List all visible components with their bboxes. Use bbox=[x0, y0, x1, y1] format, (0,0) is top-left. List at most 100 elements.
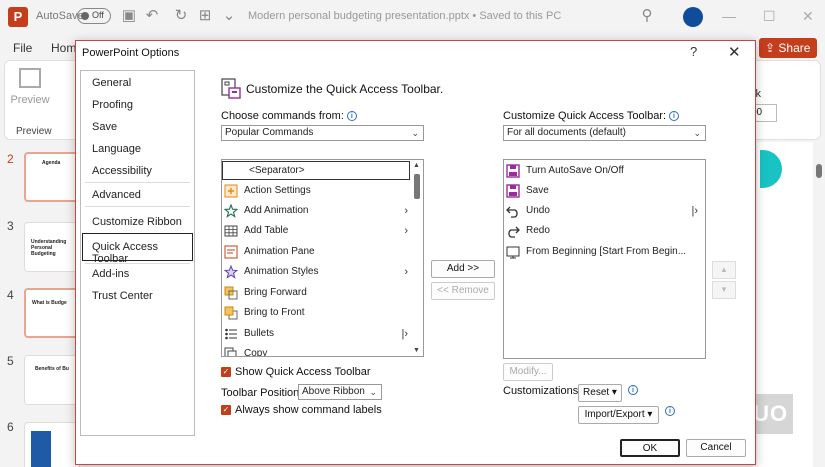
submenu-arrow-icon: › bbox=[404, 205, 408, 217]
nav-item-add-ins[interactable]: Add-ins bbox=[92, 268, 129, 280]
list-item[interactable]: Action Settings bbox=[224, 181, 412, 201]
move-up-button[interactable]: ▲ bbox=[712, 261, 736, 279]
list-item[interactable]: Bullets |› bbox=[224, 324, 412, 344]
nav-divider bbox=[85, 182, 190, 183]
list-item[interactable]: Save bbox=[506, 181, 702, 201]
save-icon[interactable]: ▣ bbox=[120, 7, 138, 25]
nav-item-quick-access-toolbar[interactable]: Quick Access Toolbar bbox=[82, 233, 193, 265]
list-item[interactable]: Animation Styles › bbox=[224, 262, 412, 282]
slide-title: Understanding Personal Budgeting bbox=[31, 239, 67, 257]
remove-button[interactable]: << Remove bbox=[431, 282, 495, 300]
nav-item-customize-ribbon[interactable]: Customize Ribbon bbox=[92, 216, 182, 228]
slide-number: 5 bbox=[7, 354, 14, 368]
preview-button[interactable]: Preview bbox=[10, 68, 50, 106]
help-icon[interactable]: ? bbox=[690, 44, 697, 59]
scroll-down-icon[interactable]: ▼ bbox=[413, 347, 420, 354]
slide-thumbnail[interactable] bbox=[24, 422, 80, 467]
scrollbar-thumb[interactable] bbox=[816, 164, 822, 178]
chevron-down-icon: ⌄ bbox=[693, 128, 701, 138]
nav-item-language[interactable]: Language bbox=[92, 143, 141, 155]
copy-icon bbox=[224, 347, 237, 356]
ok-button[interactable]: OK bbox=[620, 439, 680, 457]
nav-item-accessibility[interactable]: Accessibility bbox=[92, 165, 152, 177]
chevron-down-icon: ⌄ bbox=[369, 387, 377, 397]
bring-to-front-icon bbox=[224, 306, 238, 320]
move-down-button[interactable]: ▼ bbox=[712, 281, 736, 299]
choose-commands-select[interactable]: Popular Commands ⌄ bbox=[221, 125, 424, 141]
scrollbar-thumb[interactable] bbox=[414, 174, 420, 199]
share-button[interactable]: ⇪ Share bbox=[759, 38, 817, 58]
avatar[interactable] bbox=[683, 7, 703, 27]
maximize-icon[interactable]: ☐ bbox=[763, 8, 776, 25]
close-window-icon[interactable]: ✕ bbox=[802, 8, 814, 25]
list-item[interactable]: Bring to Front bbox=[224, 303, 412, 323]
table-icon bbox=[224, 225, 238, 237]
toolbar-position-label: Toolbar Position bbox=[221, 387, 300, 399]
nav-item-proofing[interactable]: Proofing bbox=[92, 99, 133, 111]
save-icon bbox=[506, 164, 520, 178]
nav-item-advanced[interactable]: Advanced bbox=[92, 189, 141, 201]
list-item[interactable]: Add Table › bbox=[224, 221, 412, 241]
list-item[interactable]: Add Animation › bbox=[224, 201, 412, 221]
info-icon[interactable]: i bbox=[628, 385, 638, 395]
slide-thumbnail[interactable]: Understanding Personal Budgeting bbox=[24, 222, 80, 272]
always-show-labels-checkbox[interactable]: ✓ bbox=[221, 405, 231, 415]
nav-item-general[interactable]: General bbox=[92, 77, 131, 89]
toolbar-items-list[interactable]: Turn AutoSave On/Off Save Undo |› Redo F… bbox=[503, 159, 706, 359]
customize-toolbar-value: For all documents (default) bbox=[507, 127, 626, 138]
list-item-label: Save bbox=[526, 185, 549, 196]
list-item[interactable]: Undo |› bbox=[506, 201, 702, 221]
tab-home[interactable]: Hom bbox=[51, 41, 76, 55]
slide-thumbnail[interactable]: What is Budge bbox=[24, 288, 80, 338]
animation-styles-icon bbox=[224, 265, 238, 279]
nav-item-save[interactable]: Save bbox=[92, 121, 117, 133]
chevron-down-icon[interactable]: ⌄ bbox=[220, 7, 238, 25]
customizations-label: Customizations: bbox=[503, 385, 582, 397]
minimize-icon[interactable]: — bbox=[722, 8, 736, 24]
slide-thumbnail[interactable]: Benefits of Bu bbox=[24, 355, 80, 405]
slide-thumbnail[interactable]: Agenda bbox=[24, 152, 80, 202]
close-icon[interactable]: ✕ bbox=[728, 43, 741, 61]
list-item[interactable]: Animation Pane bbox=[224, 242, 412, 262]
toolbar-position-select[interactable]: Above Ribbon ⌄ bbox=[298, 384, 382, 400]
redo-icon[interactable]: ↻ bbox=[172, 7, 190, 25]
commands-list[interactable]: <Separator> Action Settings Add Animatio… bbox=[221, 159, 424, 357]
tab-file[interactable]: File bbox=[13, 41, 32, 55]
info-icon[interactable]: i bbox=[665, 406, 675, 416]
customize-toolbar-text: Customize Quick Access Toolbar: bbox=[503, 110, 667, 122]
customize-toolbar-select[interactable]: For all documents (default) ⌄ bbox=[503, 125, 706, 141]
list-item-label: From Beginning [Start From Begin... bbox=[526, 246, 687, 257]
import-export-button[interactable]: Import/Export ▾ bbox=[578, 406, 659, 424]
info-icon[interactable]: i bbox=[346, 111, 357, 121]
info-icon[interactable]: i bbox=[669, 111, 680, 121]
modify-button[interactable]: Modify... bbox=[503, 363, 553, 381]
commands-list-scrollbar[interactable]: ▲ ▼ bbox=[411, 160, 423, 356]
cancel-button[interactable]: Cancel bbox=[686, 439, 746, 457]
slide-thumbnails-pane: 2 Agenda 3 Understanding Personal Budget… bbox=[0, 142, 80, 467]
scroll-up-icon[interactable]: ▲ bbox=[413, 162, 420, 169]
list-item[interactable]: From Beginning [Start From Begin... bbox=[506, 242, 702, 262]
autosave-toggle[interactable]: Off bbox=[77, 8, 111, 24]
show-qat-label: Show Quick Access Toolbar bbox=[235, 366, 371, 378]
list-item[interactable]: Copy bbox=[224, 344, 412, 356]
slide-number: 4 bbox=[7, 288, 14, 302]
reset-button[interactable]: Reset ▾ bbox=[578, 384, 622, 402]
list-item-label: Turn AutoSave On/Off bbox=[526, 165, 624, 176]
list-item-separator[interactable]: <Separator> bbox=[222, 161, 410, 180]
dialog-title: PowerPoint Options bbox=[82, 47, 180, 59]
scrollbar[interactable] bbox=[813, 142, 825, 467]
slideshow-icon bbox=[506, 246, 520, 259]
search-icon[interactable]: ⚲ bbox=[638, 7, 656, 25]
list-item[interactable]: Bring Forward bbox=[224, 283, 412, 303]
list-item[interactable]: Turn AutoSave On/Off bbox=[506, 161, 702, 181]
add-button[interactable]: Add >> bbox=[431, 260, 495, 278]
nav-divider bbox=[85, 206, 190, 207]
slideshow-icon[interactable]: ⊞ bbox=[196, 7, 214, 25]
nav-item-trust-center[interactable]: Trust Center bbox=[92, 290, 153, 302]
list-item-label: Add Table bbox=[244, 225, 289, 236]
autosave-state: Off bbox=[92, 10, 104, 20]
undo-icon[interactable]: ↶ bbox=[143, 7, 161, 25]
show-qat-checkbox[interactable]: ✓ bbox=[221, 367, 231, 377]
preview-group-label: Preview bbox=[16, 126, 52, 137]
list-item[interactable]: Redo bbox=[506, 221, 702, 241]
